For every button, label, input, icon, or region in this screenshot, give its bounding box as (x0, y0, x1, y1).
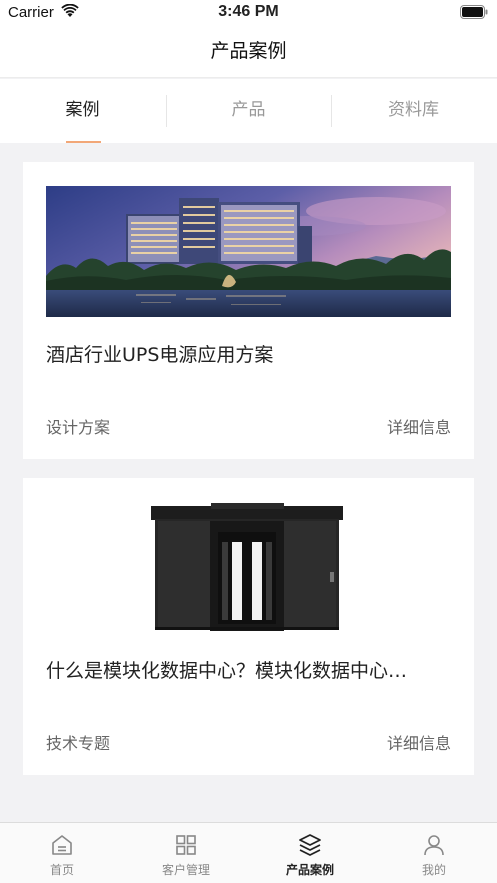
hotel-photo (46, 186, 451, 317)
tab-cases[interactable]: 案例 (0, 79, 165, 143)
active-tab-indicator (66, 141, 101, 143)
tabbar-label-profile: 我的 (421, 863, 446, 877)
person-icon (424, 835, 444, 856)
battery-icon (460, 5, 488, 19)
details-link[interactable]: 详细信息 (387, 730, 451, 754)
layers-icon (299, 834, 321, 856)
tabbar-item-customers[interactable]: 客户管理 (124, 823, 248, 883)
details-link[interactable]: 详细信息 (387, 414, 451, 438)
case-card[interactable]: 什么是模块化数据中心？模块化数据中心… 技术专题 详细信息 (23, 478, 474, 775)
case-title: 什么是模块化数据中心？模块化数据中心… (46, 660, 408, 682)
case-card[interactable]: 酒店行业UPS电源应用方案 设计方案 详细信息 (23, 162, 474, 459)
page-title: 产品案例 (210, 40, 287, 62)
segment-tabs: 案例 产品 资料库 (0, 79, 497, 143)
grid-icon (176, 835, 196, 855)
tabbar-item-profile[interactable]: 我的 (372, 823, 496, 883)
data-center-cabinet-image (46, 502, 451, 633)
status-bar: Carrier 3:46 PM (0, 0, 497, 26)
tabbar-item-home[interactable]: 首页 (0, 823, 124, 883)
case-category: 技术专题 (46, 734, 111, 753)
home-icon (52, 835, 72, 855)
tabbar-item-product-cases[interactable]: 产品案例 (248, 823, 372, 883)
tab-library[interactable]: 资料库 (331, 79, 496, 143)
navigation-bar: 产品案例 (0, 26, 497, 78)
case-title: 酒店行业UPS电源应用方案 (46, 344, 274, 366)
bottom-tab-bar: 首页 客户管理 产品案例 我的 (0, 822, 497, 883)
tabbar-label-customers: 客户管理 (161, 863, 210, 877)
tabbar-label-home: 首页 (49, 863, 74, 877)
status-time: 3:46 PM (218, 3, 279, 20)
case-category: 设计方案 (46, 418, 111, 437)
tab-products[interactable]: 产品 (166, 79, 331, 143)
tabbar-label-product-cases: 产品案例 (285, 863, 334, 877)
